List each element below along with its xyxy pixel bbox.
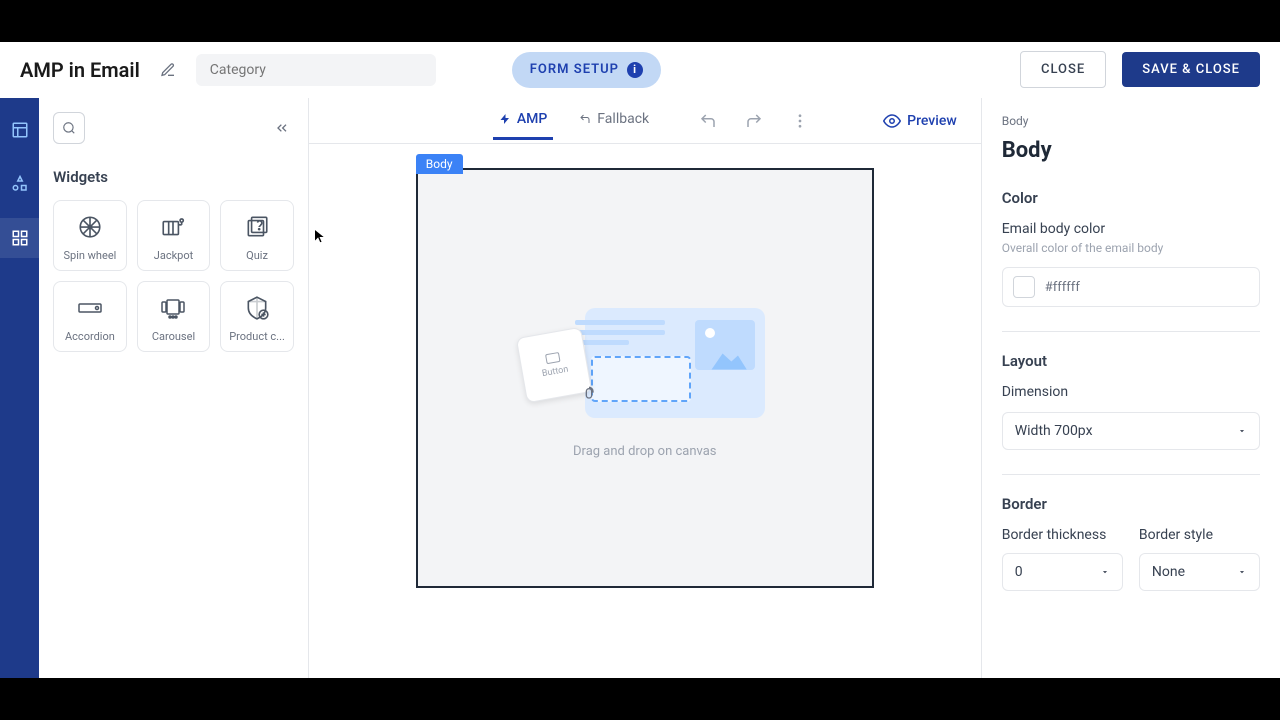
product-catalog-icon xyxy=(243,294,271,322)
panel-title: Body xyxy=(1002,138,1260,163)
form-setup-button[interactable]: FORM SETUP i xyxy=(512,52,661,88)
widget-spin-wheel[interactable]: Spin wheel xyxy=(53,200,127,271)
tab-fallback[interactable]: Fallback xyxy=(573,101,655,140)
widget-product-catalog[interactable]: Product c... xyxy=(220,281,294,352)
redo-icon[interactable] xyxy=(741,108,767,134)
collapse-panel-icon[interactable] xyxy=(270,116,294,140)
more-options-icon[interactable] xyxy=(787,108,813,134)
category-input[interactable] xyxy=(196,54,436,86)
chevron-down-icon xyxy=(1100,567,1110,577)
chevron-down-icon xyxy=(1237,426,1247,436)
page-title: AMP in Email xyxy=(20,58,140,82)
accordion-icon xyxy=(76,294,104,322)
spin-wheel-icon xyxy=(76,213,104,241)
body-tag[interactable]: Body xyxy=(416,154,463,174)
widgets-panel: Widgets Spin wheel Jackpot xyxy=(39,98,309,678)
color-field-hint: Overall color of the email body xyxy=(1002,241,1260,255)
undo-icon[interactable] xyxy=(695,108,721,134)
border-style-label: Border style xyxy=(1139,527,1260,543)
properties-panel: Body Body Color Email body color Overall… xyxy=(981,98,1280,678)
close-button[interactable]: CLOSE xyxy=(1020,51,1106,88)
preview-button[interactable]: Preview xyxy=(883,112,957,130)
canvas-area: AMP Fallback Prev xyxy=(309,98,981,678)
canvas-frame: Body Button D xyxy=(416,168,874,654)
email-body[interactable]: Button Drag and drop on canvas xyxy=(416,168,874,588)
jackpot-icon xyxy=(159,213,187,241)
sidebar-rail xyxy=(0,98,39,678)
canvas-toolbar: AMP Fallback Prev xyxy=(309,98,981,144)
chevron-down-icon xyxy=(1237,567,1247,577)
widget-quiz[interactable]: Quiz xyxy=(220,200,294,271)
dimension-select[interactable]: Width 700px xyxy=(1002,412,1260,450)
breadcrumb: Body xyxy=(1002,114,1260,128)
widget-carousel[interactable]: Carousel xyxy=(137,281,211,352)
rail-shapes-icon[interactable] xyxy=(8,172,32,196)
rail-widgets-icon[interactable] xyxy=(8,226,32,250)
color-field-label: Email body color xyxy=(1002,221,1260,237)
quiz-icon xyxy=(243,213,271,241)
info-icon: i xyxy=(627,62,643,78)
drop-hint: Drag and drop on canvas xyxy=(573,444,717,459)
color-section-title: Color xyxy=(1002,189,1260,207)
widget-accordion[interactable]: Accordion xyxy=(53,281,127,352)
top-bar: AMP in Email FORM SETUP i CLOSE SAVE & C… xyxy=(0,42,1280,98)
border-thickness-select[interactable]: 0 xyxy=(1002,553,1123,591)
layout-section-title: Layout xyxy=(1002,352,1260,370)
canvas-placeholder-illustration: Button xyxy=(515,298,775,428)
carousel-icon xyxy=(159,294,187,322)
color-swatch xyxy=(1013,276,1035,298)
save-and-close-button[interactable]: SAVE & CLOSE xyxy=(1122,52,1260,87)
edit-title-icon[interactable] xyxy=(156,58,180,82)
body-color-input[interactable]: #ffffff xyxy=(1002,267,1260,307)
border-section-title: Border xyxy=(1002,495,1260,513)
border-style-select[interactable]: None xyxy=(1139,553,1260,591)
dimension-label: Dimension xyxy=(1002,384,1260,400)
widget-jackpot[interactable]: Jackpot xyxy=(137,200,211,271)
tab-amp[interactable]: AMP xyxy=(493,101,553,140)
rail-layout-icon[interactable] xyxy=(8,118,32,142)
widgets-heading: Widgets xyxy=(53,168,294,186)
border-thickness-label: Border thickness xyxy=(1002,527,1123,543)
search-button[interactable] xyxy=(53,112,85,144)
